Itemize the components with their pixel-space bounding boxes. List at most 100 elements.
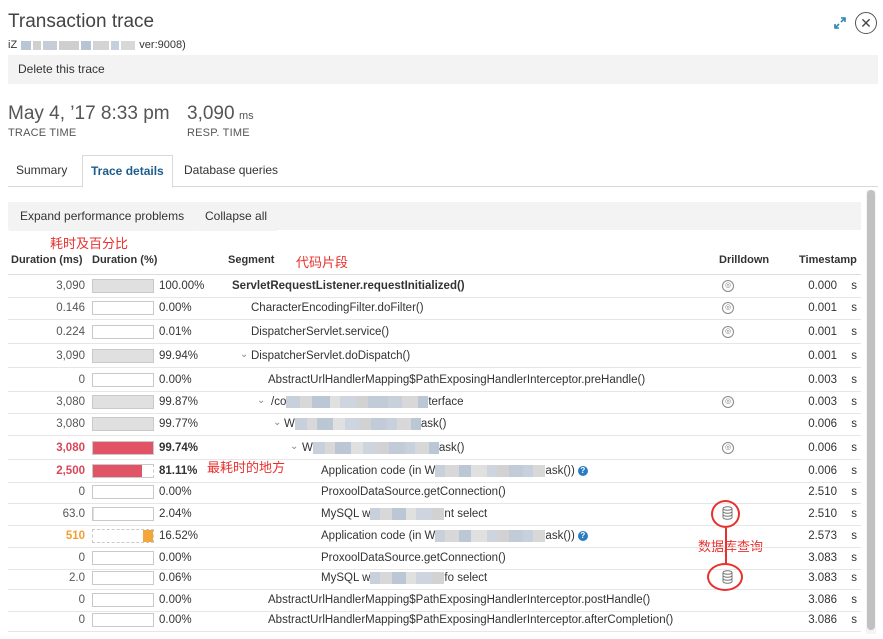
timestamp-unit: s bbox=[851, 302, 857, 314]
timestamp: 3.086 bbox=[808, 594, 837, 606]
duration-ms: 510 bbox=[65, 530, 85, 542]
collapse-toggle-icon[interactable]: ⌄ bbox=[273, 417, 281, 428]
tab-trace-details[interactable]: Trace details bbox=[82, 155, 173, 188]
segment-name[interactable]: AbstractUrlHandlerMapping$PathExposingHa… bbox=[268, 374, 645, 386]
table-row[interactable]: 3,090 100.00% ServletRequestListener.reque… bbox=[8, 276, 861, 298]
timestamp-unit: s bbox=[851, 326, 857, 338]
segment-name[interactable]: AbstractUrlHandlerMapping$PathExposingHa… bbox=[268, 614, 673, 626]
segment-name[interactable]: CharacterEncodingFilter.doFilter() bbox=[251, 302, 424, 314]
magnifier-icon[interactable]: ◎ bbox=[722, 326, 734, 338]
col-duration-ms[interactable]: Duration (ms) bbox=[11, 254, 83, 266]
redacted-text bbox=[370, 572, 445, 584]
segment-name[interactable]: Application code (in W ask())? bbox=[321, 530, 588, 542]
col-segment[interactable]: Segment bbox=[228, 254, 274, 266]
page-title: Transaction trace bbox=[8, 11, 155, 32]
duration-ms: 0 bbox=[78, 614, 85, 626]
timestamp-unit: s bbox=[851, 465, 857, 477]
duration-pct: 2.04% bbox=[159, 508, 192, 520]
segment-name[interactable]: /co terface bbox=[271, 396, 464, 408]
duration-pct: 99.74% bbox=[159, 442, 199, 454]
table-row[interactable]: 3,080 99.74% ⌄ Wask() ◎ 0.006 s bbox=[8, 438, 861, 460]
timestamp: 0.001 bbox=[808, 302, 837, 314]
magnifier-icon[interactable]: ◎ bbox=[722, 280, 734, 292]
segment-name[interactable]: Wask() bbox=[284, 418, 446, 430]
duration-ms: 0 bbox=[78, 594, 85, 606]
collapse-toggle-icon[interactable]: ⌄ bbox=[240, 349, 248, 360]
table-row[interactable]: 0.224 0.01% DispatcherServlet.service() ◎ 0.… bbox=[8, 322, 861, 344]
table-row[interactable]: 510 16.52% Application code (in W ask())? 2.… bbox=[8, 526, 861, 548]
duration-bar-fill bbox=[143, 530, 153, 542]
duration-bar-fill bbox=[93, 396, 153, 408]
help-icon[interactable]: ? bbox=[577, 466, 588, 477]
duration-ms: 3,080 bbox=[56, 418, 85, 430]
tab-bar: Summary Trace details Database queries bbox=[8, 155, 878, 188]
col-timestamp[interactable]: Timestamp bbox=[799, 254, 857, 266]
duration-pct: 0.01% bbox=[159, 326, 192, 338]
segment-name[interactable]: ProxoolDataSource.getConnection() bbox=[321, 552, 506, 564]
duration-ms: 2.0 bbox=[69, 572, 85, 584]
segment-prefix: Application code (in W bbox=[321, 530, 436, 543]
annotation-circle bbox=[707, 563, 743, 591]
duration-bar-fill bbox=[93, 350, 153, 362]
table-row[interactable]: 0 0.00% AbstractUrlHandlerMapping$PathExpo… bbox=[8, 590, 861, 612]
collapse-toggle-icon[interactable]: ⌄ bbox=[290, 441, 298, 452]
duration-bar-fill bbox=[93, 465, 142, 477]
duration-bar-fill bbox=[93, 418, 153, 430]
trace-time-label: TRACE TIME bbox=[8, 127, 77, 139]
timestamp-unit: s bbox=[851, 442, 857, 454]
duration-pct: 0.00% bbox=[159, 552, 192, 564]
table-row[interactable]: 3,090 99.94% ⌄ DispatcherServlet.doDispatch… bbox=[8, 346, 861, 368]
col-duration-pct[interactable]: Duration (%) bbox=[92, 254, 157, 266]
expand-performance-problems-button[interactable]: Expand performance problems bbox=[10, 202, 195, 231]
host-prefix: iZ bbox=[8, 39, 18, 51]
collapse-all-button[interactable]: Collapse all bbox=[195, 202, 278, 231]
magnifier-icon[interactable]: ◎ bbox=[722, 302, 734, 314]
table-row[interactable]: 0.146 0.00% CharacterEncodingFilter.doFilt… bbox=[8, 298, 861, 320]
help-icon[interactable]: ? bbox=[577, 531, 588, 542]
segment-suffix: ask()) bbox=[545, 530, 575, 543]
scrollbar-thumb[interactable] bbox=[867, 190, 875, 630]
table-row[interactable]: 0 0.00% AbstractUrlHandlerMapping$PathExpo… bbox=[8, 370, 861, 392]
timestamp-unit: s bbox=[851, 614, 857, 626]
segment-name[interactable]: MySQL w nt select bbox=[321, 508, 487, 520]
duration-ms: 0.224 bbox=[56, 326, 85, 338]
segment-name[interactable]: MySQL w fo select bbox=[321, 572, 487, 584]
table-row[interactable]: 3,080 99.77% ⌄ Wask() 0.006 s bbox=[8, 414, 861, 436]
trace-time-value: May 4, ’17 8:33 pm bbox=[8, 103, 170, 124]
timestamp: 0.003 bbox=[808, 374, 837, 386]
duration-pct: 0.00% bbox=[159, 594, 192, 606]
segment-name[interactable]: ServletRequestListener.requestInitialize… bbox=[232, 280, 465, 292]
duration-bar-fill bbox=[93, 508, 95, 520]
duration-ms: 2,500 bbox=[56, 465, 85, 477]
segment-name[interactable]: DispatcherServlet.service() bbox=[251, 326, 389, 338]
delete-trace-button[interactable]: Delete this trace bbox=[8, 55, 115, 84]
table-row[interactable]: 2,500 81.11% Application code (in W ask())?… bbox=[8, 461, 861, 483]
magnifier-icon[interactable]: ◎ bbox=[722, 442, 734, 454]
close-icon[interactable]: ✕ bbox=[855, 12, 877, 34]
segment-name[interactable]: Application code (in W ask())? bbox=[321, 465, 588, 477]
table-row[interactable]: 0 0.00% ProxoolDataSource.getConnection() 2… bbox=[8, 482, 861, 504]
host-label: iZ ver:9008) bbox=[8, 39, 186, 51]
duration-bar bbox=[92, 529, 154, 543]
duration-bar bbox=[92, 571, 154, 585]
timestamp: 0.001 bbox=[808, 326, 837, 338]
segment-name[interactable]: AbstractUrlHandlerMapping$PathExposingHa… bbox=[268, 594, 650, 606]
duration-bar bbox=[92, 593, 154, 607]
magnifier-icon[interactable]: ◎ bbox=[722, 396, 734, 408]
segment-name[interactable]: DispatcherServlet.doDispatch() bbox=[251, 350, 410, 362]
duration-ms: 0 bbox=[78, 486, 85, 498]
tab-database-queries[interactable]: Database queries bbox=[176, 155, 286, 187]
collapse-toggle-icon[interactable]: ⌄ bbox=[257, 395, 265, 406]
duration-pct: 0.00% bbox=[159, 614, 192, 626]
segment-name[interactable]: ProxoolDataSource.getConnection() bbox=[321, 486, 506, 498]
tab-summary[interactable]: Summary bbox=[8, 155, 75, 187]
segment-name[interactable]: Wask() bbox=[302, 442, 464, 454]
timestamp-unit: s bbox=[851, 280, 857, 292]
table-row[interactable]: 0 0.00% AbstractUrlHandlerMapping$PathExpo… bbox=[8, 610, 861, 632]
expand-icon[interactable] bbox=[833, 16, 847, 30]
duration-bar bbox=[92, 507, 154, 521]
timestamp-unit: s bbox=[851, 486, 857, 498]
trace-toolbar: Delete this trace bbox=[8, 55, 878, 84]
timestamp: 0.001 bbox=[808, 350, 837, 362]
table-row[interactable]: 3,080 99.87% ⌄ /co terface ◎ 0.003 s bbox=[8, 392, 861, 414]
